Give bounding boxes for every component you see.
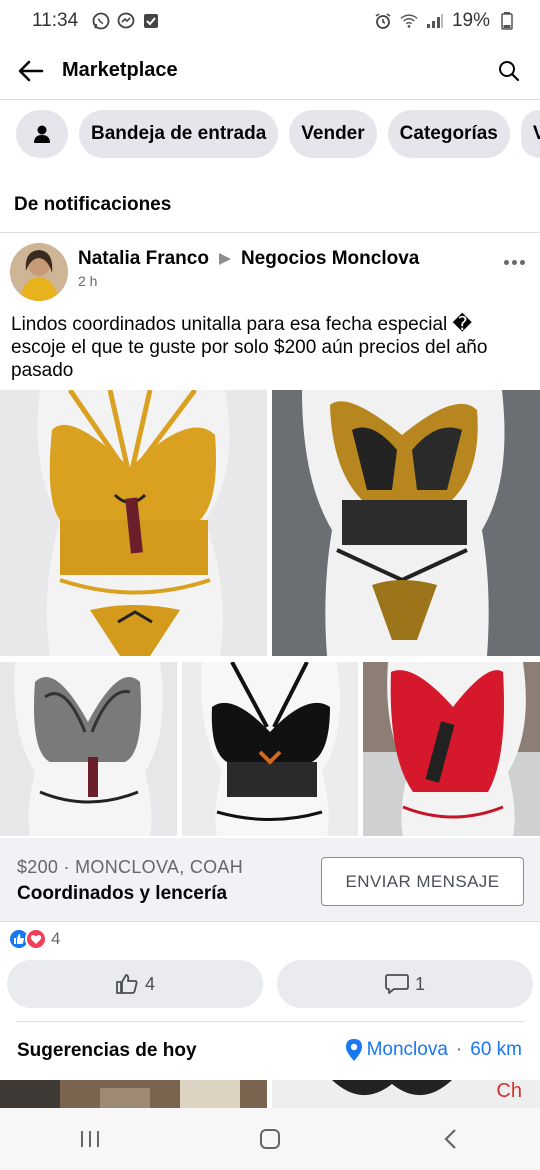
product-photo[interactable] bbox=[0, 390, 267, 656]
back-button[interactable] bbox=[0, 42, 62, 100]
comment-icon bbox=[385, 974, 409, 994]
signal-icon bbox=[426, 12, 444, 30]
marketplace-chips: Bandeja de entrada Vender Categorías V bbox=[0, 110, 540, 160]
more-options-button[interactable] bbox=[500, 249, 528, 275]
like-count: 4 bbox=[144, 973, 155, 994]
home-icon bbox=[260, 1129, 280, 1149]
sell-chip[interactable]: Vender bbox=[289, 110, 377, 158]
inbox-chip[interactable]: Bandeja de entrada bbox=[79, 110, 279, 158]
app-bar: Marketplace bbox=[0, 42, 540, 100]
distance: 60 km bbox=[470, 1039, 522, 1060]
love-reaction-icon bbox=[25, 928, 47, 950]
alarm-icon bbox=[374, 12, 392, 30]
system-nav-bar bbox=[0, 1108, 540, 1170]
location-separator: · bbox=[455, 1039, 463, 1060]
search-icon bbox=[499, 60, 520, 81]
profile-chip[interactable] bbox=[16, 110, 68, 158]
suggestion-photo[interactable] bbox=[0, 1080, 267, 1108]
back-arrow-icon bbox=[18, 60, 44, 81]
page-title: Marketplace bbox=[62, 59, 178, 81]
photo-grid bbox=[0, 390, 540, 836]
download-icon bbox=[142, 12, 160, 30]
post-author-line: Natalia Franco Negocios Monclova bbox=[78, 248, 419, 270]
marketplace-post: Natalia Franco Negocios Monclova 2 h Lin… bbox=[0, 232, 540, 381]
send-message-button[interactable]: ENVIAR MENSAJE bbox=[321, 857, 524, 906]
listing-info[interactable]: $200 · MONCLOVA, COAH Coordinados y lenc… bbox=[0, 838, 540, 922]
suggestion-thumbnails: Ch bbox=[0, 1080, 540, 1108]
location-pin-icon bbox=[345, 1039, 362, 1061]
wifi-icon bbox=[400, 12, 418, 30]
home-button[interactable] bbox=[240, 1109, 300, 1169]
section-title: De notificaciones bbox=[14, 194, 172, 215]
reactions-summary[interactable]: 4 bbox=[8, 928, 60, 950]
like-button[interactable]: 4 bbox=[7, 960, 263, 1008]
whatsapp-icon bbox=[92, 12, 110, 30]
partial-chip[interactable]: V bbox=[520, 110, 540, 158]
suggestion-photo[interactable]: Ch bbox=[272, 1080, 540, 1108]
listing-price-location: $200 · MONCLOVA, COAH bbox=[17, 857, 244, 877]
suggestions-title: Sugerencias de hoy bbox=[17, 1040, 197, 1061]
battery-percent: 19% bbox=[451, 10, 490, 31]
recent-apps-button[interactable] bbox=[60, 1109, 120, 1169]
person-icon bbox=[34, 125, 50, 143]
post-actions: 4 1 bbox=[0, 960, 540, 1008]
suggestion-partial-text: Ch bbox=[496, 1080, 522, 1102]
product-photo[interactable] bbox=[272, 390, 540, 656]
divider bbox=[16, 1021, 524, 1022]
back-chevron-icon bbox=[444, 1129, 456, 1149]
listing-title: Coordinados y lencería bbox=[17, 883, 228, 904]
status-time: 11:34 bbox=[32, 10, 79, 31]
recent-apps-icon bbox=[81, 1131, 99, 1147]
product-photo[interactable] bbox=[363, 662, 540, 836]
arrow-right-icon bbox=[218, 253, 231, 265]
back-nav-button[interactable] bbox=[420, 1109, 480, 1169]
product-photo[interactable] bbox=[182, 662, 358, 836]
thumbs-up-icon bbox=[116, 974, 138, 994]
battery-icon bbox=[498, 12, 516, 30]
post-text: Lindos coordinados unitalla para esa fec… bbox=[11, 314, 488, 381]
comment-count: 1 bbox=[414, 973, 425, 994]
search-button[interactable] bbox=[478, 42, 540, 100]
product-photo[interactable] bbox=[0, 662, 177, 836]
reaction-count: 4 bbox=[51, 929, 61, 948]
status-bar: 11:34 19% bbox=[0, 0, 540, 42]
location-name: Monclova bbox=[366, 1039, 448, 1060]
categories-chip[interactable]: Categorías bbox=[387, 110, 510, 158]
location-filter[interactable]: Monclova · 60 km bbox=[345, 1038, 522, 1062]
comment-button[interactable]: 1 bbox=[277, 960, 533, 1008]
avatar[interactable] bbox=[10, 243, 68, 301]
group-name[interactable]: Negocios Monclova bbox=[241, 248, 419, 270]
author-name[interactable]: Natalia Franco bbox=[78, 248, 209, 270]
post-time: 2 h bbox=[78, 273, 98, 289]
messenger-icon bbox=[117, 12, 135, 30]
